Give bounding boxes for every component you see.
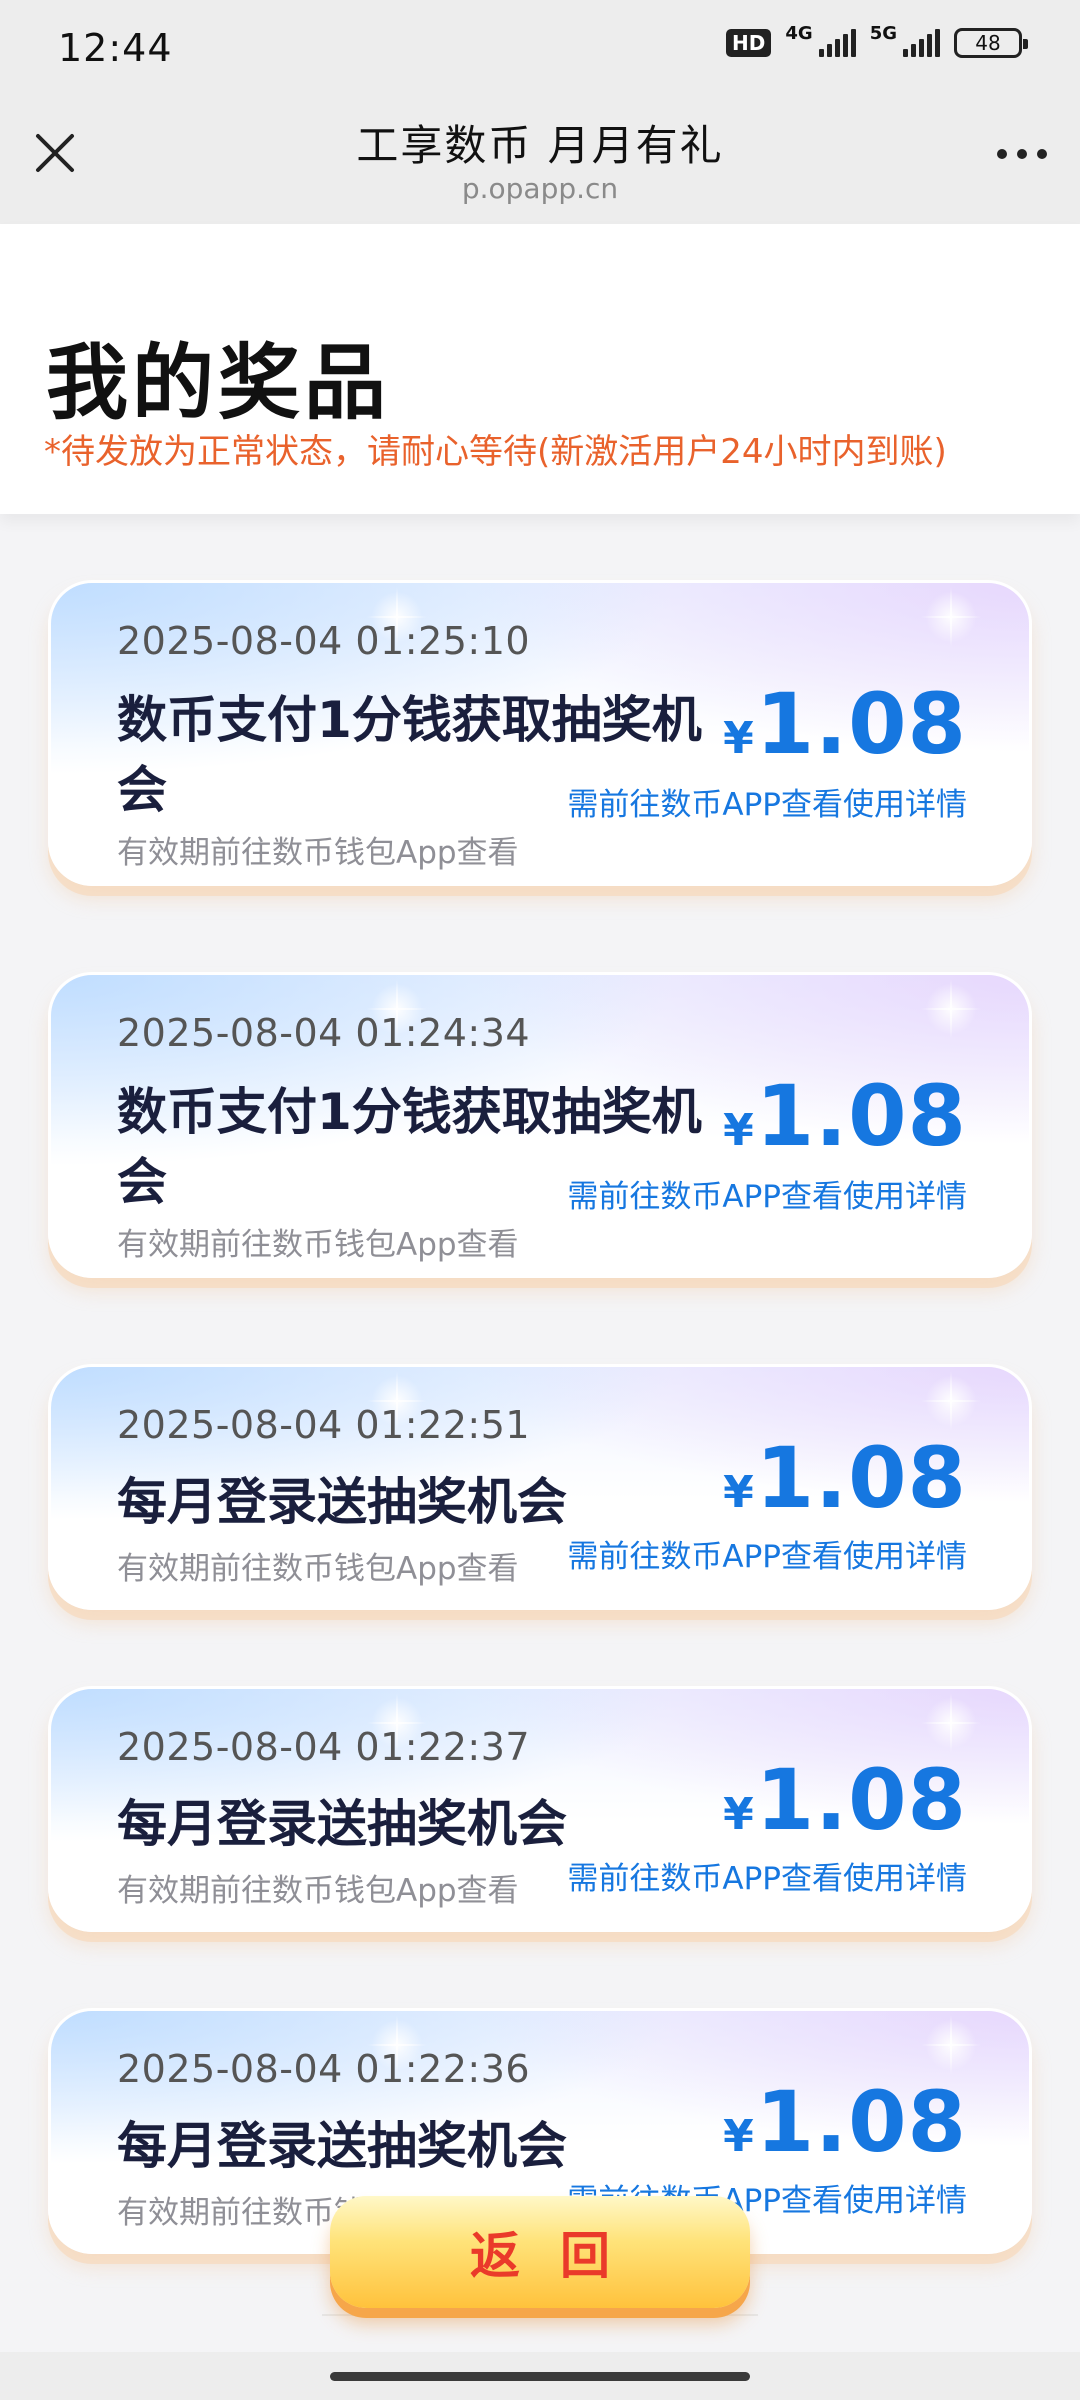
return-button[interactable]: 返回: [330, 2196, 750, 2308]
prize-date: 2025-08-04 01:22:36: [117, 2047, 531, 2091]
currency-symbol: ¥: [723, 1789, 754, 1840]
gesture-area: [0, 2352, 1080, 2400]
status-time: 12:44: [58, 26, 173, 70]
status-bar: 12:44 HD 4G 5G 48: [0, 0, 1080, 100]
sparkle-icon: [921, 2015, 981, 2075]
more-dot-icon: [1037, 149, 1047, 159]
signal-strength-icon: [818, 29, 856, 57]
currency-symbol: ¥: [723, 713, 754, 764]
more-dot-icon: [997, 149, 1007, 159]
prize-amount: ¥1.08: [723, 675, 967, 773]
amount-value: 1.08: [755, 1067, 967, 1165]
prize-date: 2025-08-04 01:24:34: [117, 1011, 531, 1055]
prize-validity: 有效期前往数币钱包App查看: [117, 1227, 519, 1263]
amount-value: 1.08: [755, 675, 967, 773]
network-4g-label: 4G: [785, 22, 813, 44]
sparkle-icon: [921, 1371, 981, 1431]
more-options-button[interactable]: [992, 144, 1052, 164]
page-title: 我的奖品: [46, 336, 391, 431]
prize-header: 我的奖品 *待发放为正常状态，请耐心等待(新激活用户24小时内到账): [0, 224, 1080, 514]
prize-title: 每月登录送抽奖机会: [117, 1473, 567, 1531]
prize-card[interactable]: 2025-08-04 01:25:10 数币支付1分钱获取抽奖机会 有效期前往数…: [48, 580, 1032, 886]
prize-detail-link[interactable]: 需前往数币APP查看使用详情: [567, 1171, 967, 1216]
prize-amount: ¥1.08: [723, 1429, 967, 1527]
prize-detail-link[interactable]: 需前往数币APP查看使用详情: [567, 1531, 967, 1576]
prize-title: 每月登录送抽奖机会: [117, 2117, 567, 2175]
prize-title: 每月登录送抽奖机会: [117, 1795, 567, 1853]
prize-validity: 有效期前往数币钱包App查看: [117, 835, 519, 871]
prize-detail-link[interactable]: 需前往数币APP查看使用详情: [567, 1853, 967, 1898]
more-dot-icon: [1017, 149, 1027, 159]
sparkle-icon: [921, 979, 981, 1039]
prize-amount: ¥1.08: [723, 1751, 967, 1849]
sparkle-icon: [921, 587, 981, 647]
prize-validity: 有效期前往数币钱包App查看: [117, 1873, 519, 1909]
prize-amount: ¥1.08: [723, 2073, 967, 2171]
signal-strength-icon: [903, 29, 940, 57]
amount-value: 1.08: [755, 1429, 967, 1527]
amount-value: 1.08: [755, 1751, 967, 1849]
currency-symbol: ¥: [723, 2111, 754, 2162]
amount-value: 1.08: [755, 2073, 967, 2171]
prize-card[interactable]: 2025-08-04 01:22:51 每月登录送抽奖机会 有效期前往数币钱包A…: [48, 1364, 1032, 1610]
prize-card[interactable]: 2025-08-04 01:24:34 数币支付1分钱获取抽奖机会 有效期前往数…: [48, 972, 1032, 1278]
currency-symbol: ¥: [723, 1467, 754, 1518]
prize-card[interactable]: 2025-08-04 01:22:37 每月登录送抽奖机会 有效期前往数币钱包A…: [48, 1686, 1032, 1932]
sparkle-icon: [921, 1693, 981, 1753]
notice-text: *待发放为正常状态，请耐心等待(新激活用户24小时内到账): [44, 432, 947, 472]
page-url: p.opapp.cn: [461, 172, 619, 205]
prize-detail-link[interactable]: 需前往数币APP查看使用详情: [567, 779, 967, 824]
currency-symbol: ¥: [723, 1105, 754, 1156]
button-divider: [322, 2314, 758, 2316]
prize-amount: ¥1.08: [723, 1067, 967, 1165]
prize-date: 2025-08-04 01:22:37: [117, 1725, 531, 1769]
page-title-bar: 工享数币 月月有礼: [356, 121, 724, 170]
status-icons: HD 4G 5G 48: [726, 23, 1028, 58]
nav-bar: 工享数币 月月有礼 p.opapp.cn: [0, 100, 1080, 224]
hd-voice-icon: HD: [726, 29, 772, 57]
battery-level: 48: [975, 31, 1001, 55]
battery-icon: 48: [954, 28, 1028, 58]
prize-date: 2025-08-04 01:25:10: [117, 619, 531, 663]
home-gesture-bar[interactable]: [330, 2372, 750, 2381]
prize-date: 2025-08-04 01:22:51: [117, 1403, 531, 1447]
network-5g-label: 5G: [869, 22, 897, 44]
prize-validity: 有效期前往数币钱包App查看: [117, 1551, 519, 1587]
